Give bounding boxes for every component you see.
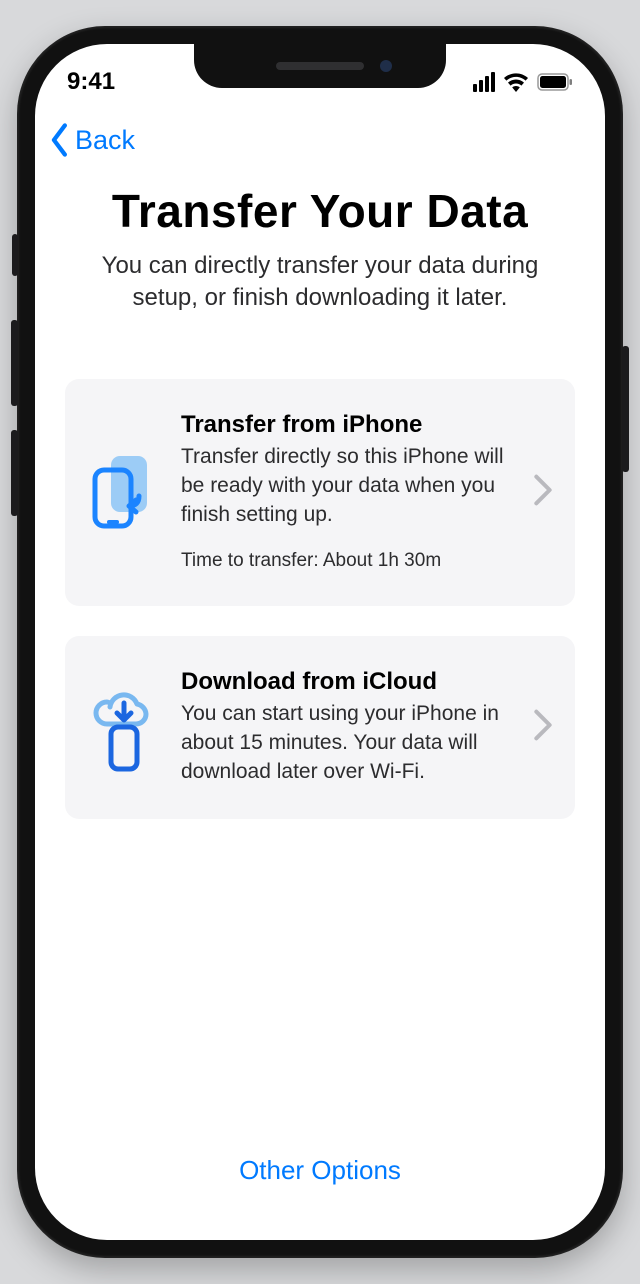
page-title: Transfer Your Data xyxy=(65,184,575,238)
option-title: Download from iCloud xyxy=(181,668,511,696)
other-options-button[interactable]: Other Options xyxy=(35,1155,605,1186)
device-frame: 9:41 Back xyxy=(17,26,623,1258)
transfer-phones-icon xyxy=(89,447,159,537)
option-body: You can start using your iPhone in about… xyxy=(181,700,511,787)
screen: 9:41 Back xyxy=(35,44,605,1240)
option-download-from-icloud[interactable]: Download from iCloud You can start using… xyxy=(65,636,575,819)
option-transfer-from-iphone[interactable]: Transfer from iPhone Transfer directly s… xyxy=(65,379,575,606)
navigation-bar: Back xyxy=(35,110,605,170)
front-camera xyxy=(380,60,392,72)
option-estimate: Time to transfer: About 1h 30m xyxy=(181,548,511,574)
wifi-icon xyxy=(503,72,529,92)
cellular-signal-icon xyxy=(473,72,495,92)
icloud-download-icon xyxy=(89,682,159,772)
footer: Other Options xyxy=(35,1155,605,1186)
page-subtitle: You can directly transfer your data duri… xyxy=(71,250,569,315)
speaker-grille xyxy=(276,62,364,70)
volume-down-button xyxy=(11,430,18,516)
mute-switch xyxy=(12,234,18,276)
status-time: 9:41 xyxy=(67,68,115,96)
chevron-right-icon xyxy=(533,709,553,746)
volume-up-button xyxy=(11,320,18,406)
chevron-right-icon xyxy=(533,474,553,511)
option-title: Transfer from iPhone xyxy=(181,411,511,439)
back-button[interactable]: Back xyxy=(47,123,135,157)
battery-icon xyxy=(537,73,573,91)
option-body: Transfer directly so this iPhone will be… xyxy=(181,443,511,530)
chevron-left-icon xyxy=(47,123,73,157)
notch xyxy=(194,44,446,88)
back-label: Back xyxy=(75,125,135,156)
power-button xyxy=(622,346,629,472)
